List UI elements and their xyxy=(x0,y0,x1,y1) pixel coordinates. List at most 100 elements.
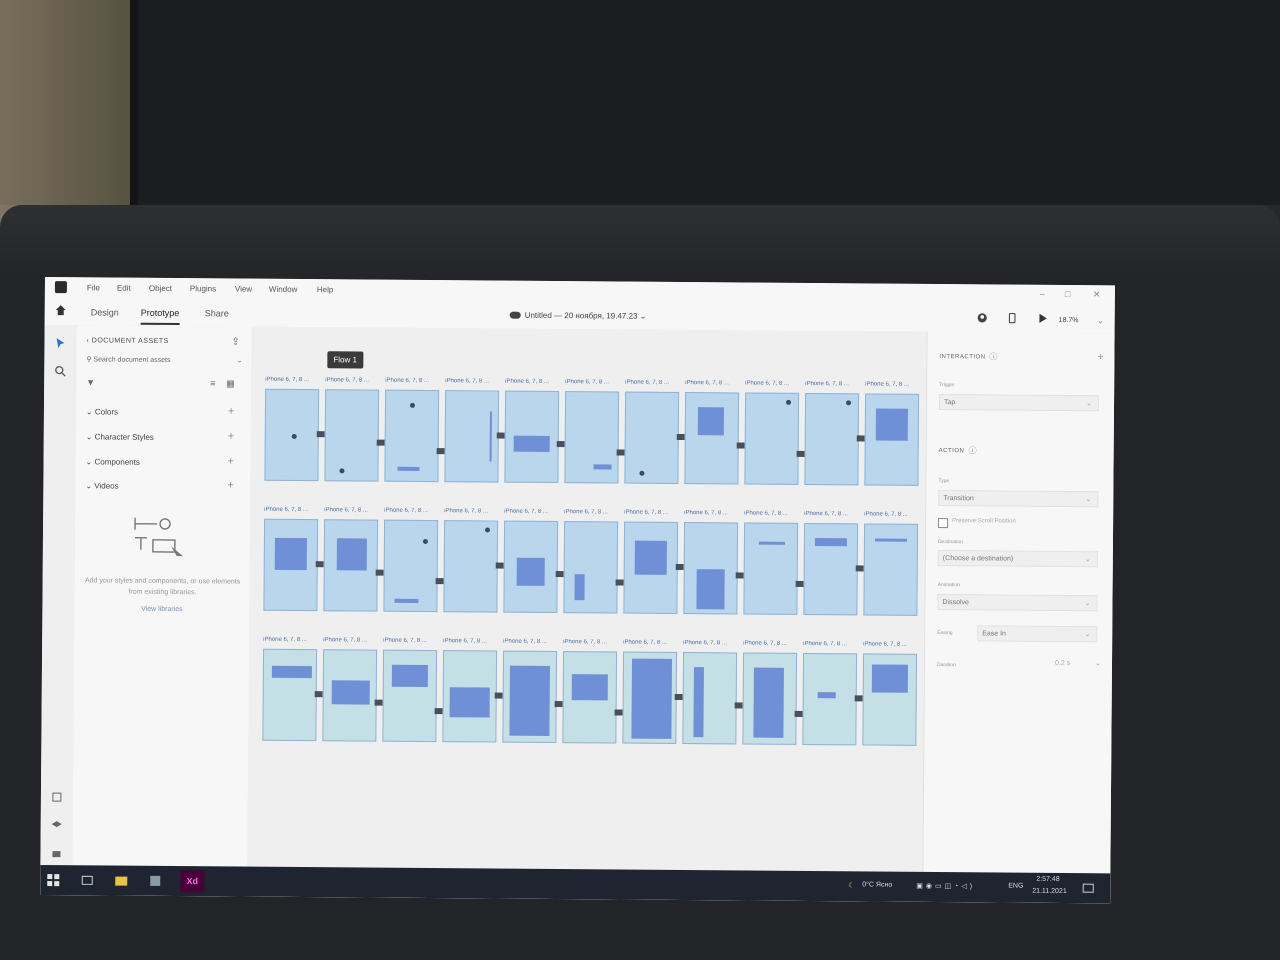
assets-header[interactable]: ‹ DOCUMENT ASSETS xyxy=(86,337,168,345)
artboard-title[interactable]: iPhone 6, 7, 8 ... xyxy=(623,640,677,646)
animation-select[interactable]: Dissolve ⌄ xyxy=(937,594,1098,612)
prototype-wire[interactable] xyxy=(854,695,863,702)
add-color-icon[interactable]: + xyxy=(228,405,235,417)
artboard[interactable] xyxy=(624,391,680,484)
artboard[interactable] xyxy=(502,650,558,744)
chevron-down-icon[interactable]: ⌄ xyxy=(1095,659,1101,667)
prototype-wire[interactable] xyxy=(856,435,865,442)
artboard-title[interactable]: iPhone 6, 7, 8 ... xyxy=(563,639,617,645)
artboard-title[interactable]: iPhone 6, 7, 8 ... xyxy=(744,510,798,516)
preserve-scroll-checkbox[interactable] xyxy=(938,518,949,529)
artboard-title[interactable]: iPhone 6, 7, 8 ... xyxy=(444,508,498,514)
artboard-title[interactable]: iPhone 6, 7, 8 ... xyxy=(504,509,558,515)
home-icon[interactable] xyxy=(55,304,67,316)
easing-select[interactable]: Ease In ⌄ xyxy=(977,625,1098,643)
file-explorer-icon[interactable] xyxy=(114,874,128,888)
prototype-wire[interactable] xyxy=(435,578,444,585)
canvas[interactable]: Flow 1 iPhone 6, 7, 8 ... iPhone 6, 7, 8 … xyxy=(247,326,927,902)
artboard-title[interactable]: iPhone 6, 7, 8 ... xyxy=(863,641,917,647)
prototype-wire[interactable] xyxy=(314,691,323,698)
section-videos[interactable]: ⌄ Videos xyxy=(85,481,118,490)
assets-icon[interactable] xyxy=(51,791,63,803)
view-libraries-link[interactable]: View libraries xyxy=(74,605,249,613)
prototype-wire[interactable] xyxy=(555,571,564,578)
artboard[interactable] xyxy=(323,519,379,612)
artboard-title[interactable]: iPhone 6, 7, 8 ... xyxy=(565,379,619,385)
add-component-icon[interactable]: + xyxy=(228,455,235,467)
artboard-title[interactable]: iPhone 6, 7, 8 ... xyxy=(865,381,919,387)
task-view-icon[interactable] xyxy=(80,873,94,887)
artboard-title[interactable]: iPhone 6, 7, 8 ... xyxy=(743,640,797,646)
prototype-wire[interactable] xyxy=(556,441,565,448)
destination-select[interactable]: (Choose a destination) ⌄ xyxy=(937,550,1098,568)
artboard[interactable] xyxy=(504,390,560,484)
artboard-title[interactable]: iPhone 6, 7, 8 ... xyxy=(383,638,437,644)
menu-help[interactable]: Help xyxy=(317,285,334,294)
prototype-wire[interactable] xyxy=(316,431,325,438)
artboard[interactable] xyxy=(263,518,319,612)
artboard-title[interactable]: iPhone 6, 7, 8 ... xyxy=(624,510,678,516)
artboard[interactable] xyxy=(382,649,438,743)
artboard[interactable] xyxy=(682,652,738,745)
add-interaction-icon[interactable]: + xyxy=(1097,351,1104,363)
layers-icon[interactable] xyxy=(51,819,63,831)
prototype-wire[interactable] xyxy=(794,710,803,717)
filter-icon[interactable]: ▼ xyxy=(86,377,95,387)
clock-time[interactable]: 2:57:48 xyxy=(1036,876,1059,883)
select-tool-icon[interactable] xyxy=(54,337,66,349)
menu-edit[interactable]: Edit xyxy=(117,284,131,293)
artboard-title[interactable]: iPhone 6, 7, 8 ... xyxy=(263,637,317,643)
maximize-icon[interactable]: □ xyxy=(1065,289,1071,299)
artboard-title[interactable]: iPhone 6, 7, 8 ... xyxy=(384,508,438,514)
prototype-wire[interactable] xyxy=(436,448,445,455)
duration-value[interactable]: 0.2 s xyxy=(1055,660,1070,667)
menu-window[interactable]: Window xyxy=(269,285,298,294)
artboard-title[interactable]: iPhone 6, 7, 8 ... xyxy=(505,379,559,385)
artboard[interactable] xyxy=(564,391,620,484)
tab-design[interactable]: Design xyxy=(91,307,119,317)
artboard-title[interactable]: iPhone 6, 7, 8 ... xyxy=(625,380,679,386)
section-character-styles[interactable]: ⌄ Character Styles xyxy=(86,432,154,442)
artboard-title[interactable]: iPhone 6, 7, 8 ... xyxy=(864,511,918,517)
menu-file[interactable]: File xyxy=(87,283,100,292)
artboard[interactable] xyxy=(442,650,498,743)
artboard[interactable] xyxy=(744,392,800,485)
artboard[interactable] xyxy=(562,651,618,744)
artboard-title[interactable]: iPhone 6, 7, 8 ... xyxy=(385,378,439,384)
prototype-wire[interactable] xyxy=(615,579,624,586)
artboard-title[interactable]: iPhone 6, 7, 8 ... xyxy=(685,380,739,386)
artboard[interactable] xyxy=(802,652,858,746)
prototype-wire[interactable] xyxy=(614,709,623,716)
weather-text[interactable]: 0°C Ясно xyxy=(862,881,892,888)
language-indicator[interactable]: ENG xyxy=(1008,883,1023,890)
prototype-wire[interactable] xyxy=(315,561,324,568)
artboard[interactable] xyxy=(863,523,919,616)
minimize-icon[interactable]: – xyxy=(1040,289,1045,299)
artboard-title[interactable]: iPhone 6, 7, 8 ... xyxy=(503,639,557,645)
prototype-wire[interactable] xyxy=(796,450,805,457)
app-icon[interactable] xyxy=(148,874,162,888)
artboard[interactable] xyxy=(503,520,559,614)
artboard[interactable] xyxy=(803,522,859,616)
adobe-xd-taskbar-icon[interactable]: Xd xyxy=(180,870,205,893)
tab-share[interactable]: Share xyxy=(205,308,229,318)
artboard[interactable] xyxy=(444,390,500,483)
zoom-chevron-icon[interactable]: ⌄ xyxy=(1097,315,1105,326)
artboard[interactable] xyxy=(563,521,619,614)
prototype-wire[interactable] xyxy=(675,563,684,571)
prototype-wire[interactable] xyxy=(376,439,385,446)
artboard-title[interactable]: iPhone 6, 7, 8 ... xyxy=(804,511,858,517)
device-preview-icon[interactable] xyxy=(1007,312,1018,324)
prototype-wire[interactable] xyxy=(674,693,683,701)
artboard-title[interactable]: iPhone 6, 7, 8 ... xyxy=(684,510,738,516)
artboard-title[interactable]: iPhone 6, 7, 8 ... xyxy=(805,381,859,387)
artboard-title[interactable]: iPhone 6, 7, 8 ... xyxy=(325,377,379,383)
artboard[interactable] xyxy=(743,522,799,615)
artboard[interactable] xyxy=(623,521,679,614)
document-title[interactable]: Untitled — 20 ноября, 19.47.23 ⌄ xyxy=(509,311,646,321)
artboard[interactable] xyxy=(742,652,798,745)
artboard[interactable] xyxy=(864,393,920,486)
section-components[interactable]: ⌄ Components xyxy=(86,457,140,466)
share-icon[interactable]: ⇪ xyxy=(231,336,239,347)
prototype-wire[interactable] xyxy=(374,699,383,706)
